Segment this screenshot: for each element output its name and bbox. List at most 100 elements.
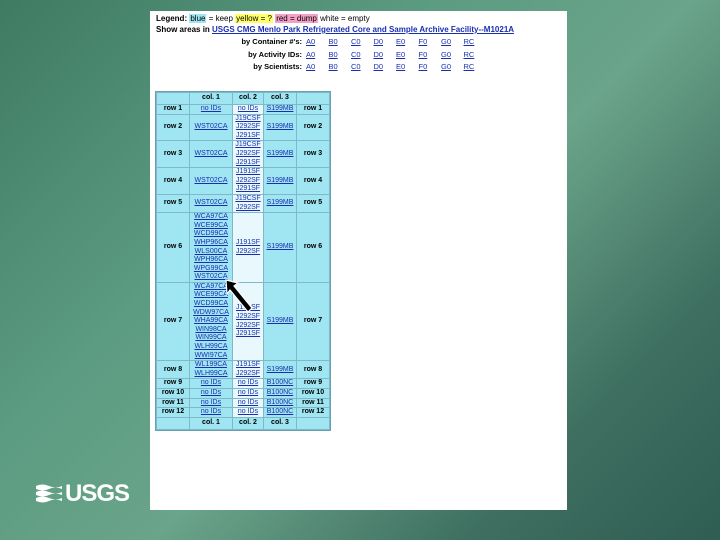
cell-id-link[interactable]: WIN98CA [191,326,231,335]
cell-id-link[interactable]: WST02CA [191,199,231,208]
cell-id-link[interactable]: J292SF [234,370,262,379]
grid-cell: no IDs [190,105,232,114]
cell-id-link[interactable]: WL199CA [191,361,231,370]
cell-id-link[interactable]: WLH99CA [191,370,231,379]
filter-links: by Container #'s: A0 B0 C0 D0 E0 F0 G0 RC by Acti… [156,36,561,74]
cell-id-link[interactable]: J292SF [234,177,262,186]
facility-link[interactable]: USGS CMG Menlo Park Refrigerated Core an… [212,25,514,34]
filter-link[interactable]: A0 [306,61,329,74]
cell-id-link[interactable]: WPG99CA [191,265,231,274]
cell-id-link[interactable]: no IDs [191,379,231,388]
cell-id-link[interactable]: J191SF [234,239,262,248]
filter-link[interactable]: G0 [441,36,464,49]
cell-id-link[interactable]: J19CSF [234,141,262,150]
header-row: col. 1 col. 2 col. 3 [157,93,329,104]
cell-id-link[interactable]: no IDs [234,379,262,388]
filter-link[interactable]: G0 [441,49,464,62]
cell-id-link[interactable]: J291SF [234,132,262,141]
legend-white: white = empty [317,14,370,23]
cell-id-link[interactable]: WHP96CA [191,239,231,248]
cell-id-link[interactable]: B100NC [265,399,295,408]
filter-label: by Container #'s: [241,37,302,46]
row-label: row 12 [157,408,189,417]
cell-id-link[interactable]: no IDs [234,389,262,398]
cell-id-link[interactable]: J291SF [234,330,262,339]
filter-link[interactable]: A0 [306,36,329,49]
filter-link[interactable]: RC [464,61,487,74]
filter-link[interactable]: B0 [329,61,352,74]
filter-link[interactable]: B0 [329,49,352,62]
filter-link[interactable]: E0 [396,36,419,49]
cell-id-link[interactable]: J291SF [234,185,262,194]
cell-id-link[interactable]: WIN99CA [191,334,231,343]
cell-id-link[interactable]: J191SF [234,361,262,370]
cell-id-link[interactable]: WST02CA [191,123,231,132]
cell-id-link[interactable]: J292SF [234,150,262,159]
cell-id-link[interactable]: no IDs [191,389,231,398]
corner-cell [297,417,329,429]
cell-id-link[interactable]: S199MB [265,150,295,159]
column-header: col. 1 [190,417,232,429]
cell-id-link[interactable]: no IDs [234,399,262,408]
filter-link[interactable]: G0 [441,61,464,74]
filter-link[interactable]: E0 [396,61,419,74]
filter-link[interactable]: F0 [419,49,442,62]
grid-cell: S199MB [264,141,296,168]
cell-id-link[interactable]: WCE99CA [191,222,231,231]
row-label: row 6 [297,213,329,282]
cell-id-link[interactable]: S199MB [265,105,295,114]
cell-id-link[interactable]: WLH99CA [191,343,231,352]
filter-link[interactable]: A0 [306,49,329,62]
cell-id-link[interactable]: B100NC [265,379,295,388]
cell-id-link[interactable]: J292SF [234,123,262,132]
cell-id-link[interactable]: no IDs [191,105,231,114]
cell-id-link[interactable]: WCD99CA [191,230,231,239]
filter-link[interactable]: C0 [351,61,374,74]
filter-link[interactable]: D0 [374,61,397,74]
cell-id-link[interactable]: J191SF [234,168,262,177]
cell-id-link[interactable]: WLS00CA [191,248,231,257]
filter-link[interactable]: B0 [329,36,352,49]
cell-id-link[interactable]: S199MB [265,123,295,132]
filter-link[interactable]: D0 [374,36,397,49]
cell-id-link[interactable]: WPH96CA [191,256,231,265]
filter-link[interactable]: E0 [396,49,419,62]
table-row: row 10 no IDs no IDs B100NC row 10 [157,389,329,398]
cell-id-link[interactable]: S199MB [265,177,295,186]
cell-id-link[interactable]: no IDs [234,105,262,114]
cell-id-link[interactable]: WHA99CA [191,317,231,326]
cell-id-link[interactable]: J19CSF [234,115,262,124]
cell-id-link[interactable]: J291SF [234,159,262,168]
cell-id-link[interactable]: no IDs [191,408,231,417]
grid-cell: no IDs [233,105,263,114]
filter-link[interactable]: C0 [351,36,374,49]
cell-id-link[interactable]: WWI97CA [191,352,231,361]
cell-id-link[interactable]: S199MB [265,199,295,208]
cell-id-link[interactable]: B100NC [265,408,295,417]
cell-id-link[interactable]: S199MB [265,366,295,375]
cell-id-link[interactable]: J292SF [234,204,262,213]
filter-link[interactable]: C0 [351,49,374,62]
table-row: row 6 WCA97CA WCE99CA WCD99CA WHP96CA WLS00CA… [157,213,329,282]
filter-link[interactable]: RC [464,49,487,62]
cell-id-link[interactable]: J292SF [234,322,262,331]
grid-cell: S199MB [264,168,296,194]
filter-link[interactable]: D0 [374,49,397,62]
legend-blue-meaning: = keep [206,14,236,23]
column-header: col. 3 [264,417,296,429]
filter-link[interactable]: RC [464,36,487,49]
filter-link[interactable]: F0 [419,61,442,74]
cell-id-link[interactable]: no IDs [234,408,262,417]
cell-id-link[interactable]: no IDs [191,399,231,408]
grid-cell: J19CSF J292SF J291SF [233,141,263,168]
cell-id-link[interactable]: J19CSF [234,195,262,204]
cell-id-link[interactable]: WCA97CA [191,213,231,222]
cell-id-link[interactable]: S199MB [265,317,295,326]
cell-id-link[interactable]: WST02CA [191,177,231,186]
filter-link[interactable]: F0 [419,36,442,49]
grid-cell: B100NC [264,379,296,388]
cell-id-link[interactable]: B100NC [265,389,295,398]
cell-id-link[interactable]: J292SF [234,248,262,257]
cell-id-link[interactable]: WST02CA [191,150,231,159]
cell-id-link[interactable]: S199MB [265,243,295,252]
